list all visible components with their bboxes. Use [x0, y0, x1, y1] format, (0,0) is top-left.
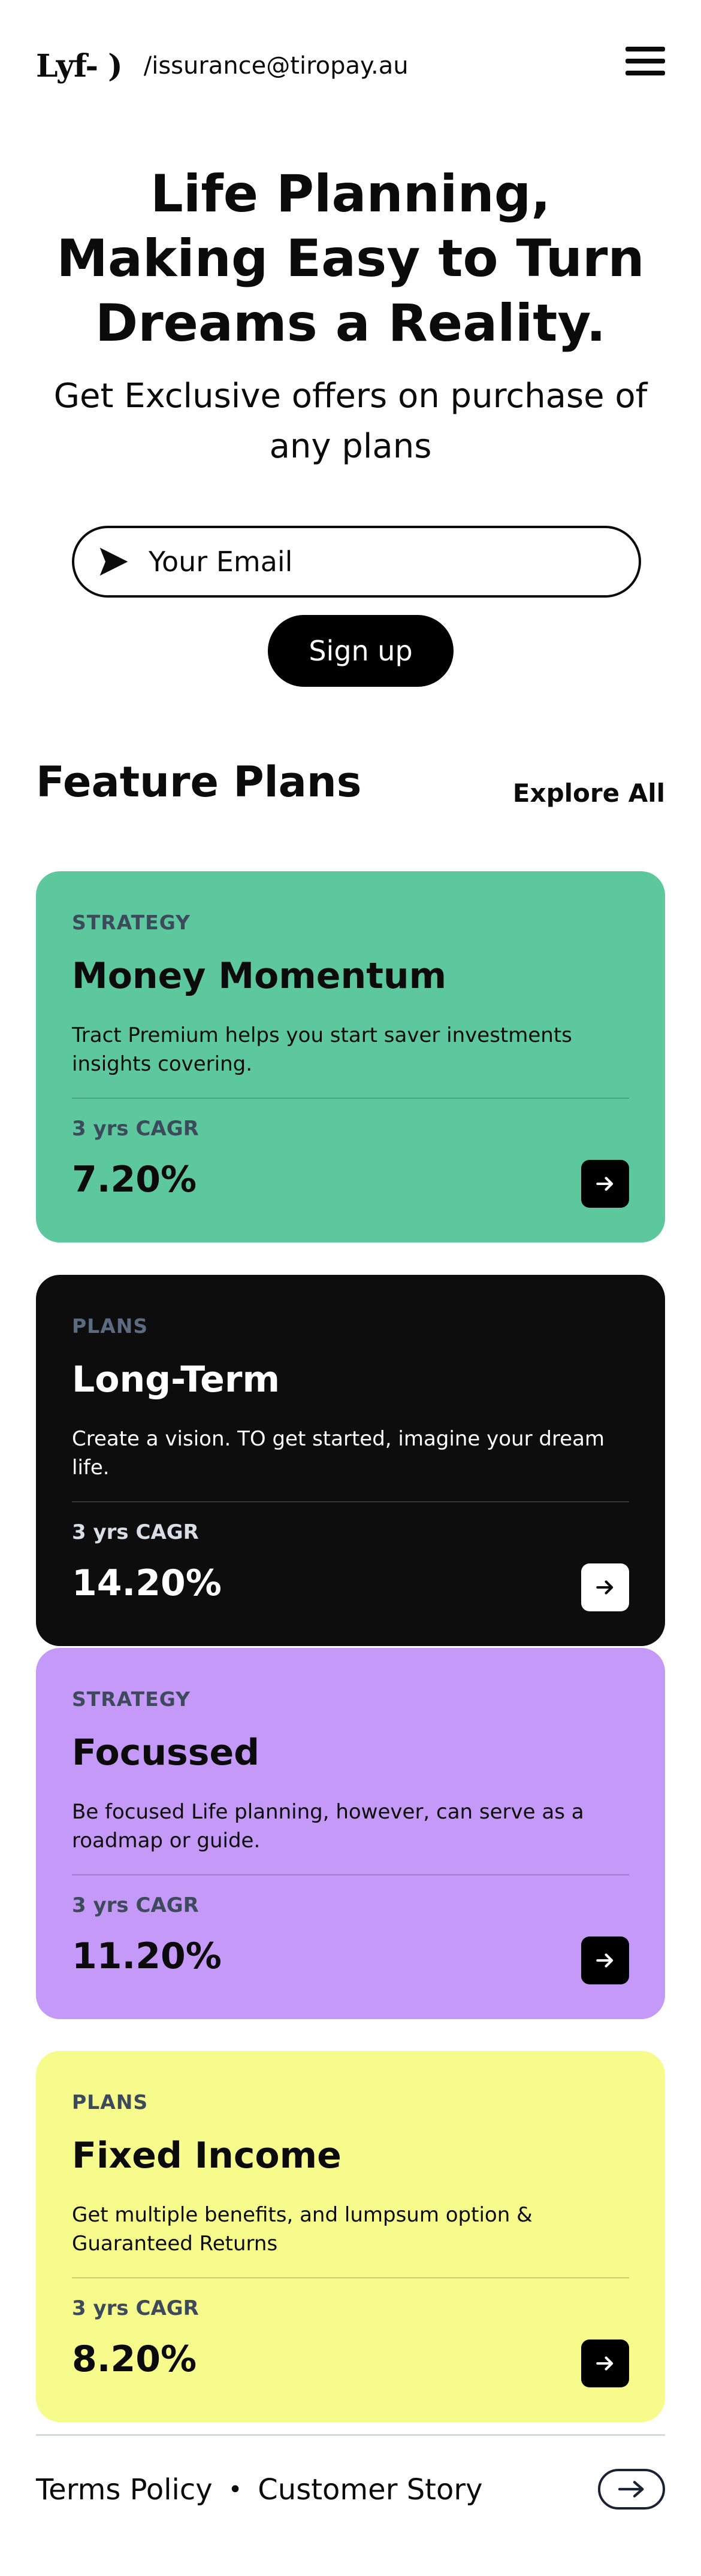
plan-tag: PLANS [72, 2090, 149, 2114]
plan-tag: STRATEGY [72, 911, 191, 934]
plan-name: Focussed [72, 1732, 260, 1774]
cagr-value: 7.20% [72, 1159, 197, 1201]
contact-email[interactable]: /issurance@tiropay.au [144, 52, 409, 80]
plan-description: Be focused Life planning, however, can s… [72, 1800, 584, 1853]
paper-plane-icon [99, 547, 128, 576]
arrow-right-icon [596, 1953, 614, 1968]
page: Lyf- ) /issurance@tiropay.au Life Planni… [0, 0, 701, 2576]
open-plan-button[interactable] [581, 1936, 629, 1984]
plan-card-focussed[interactable]: STRATEGY Focussed Be focused Life planni… [36, 1648, 665, 2019]
plan-card-fixed-income[interactable]: PLANS Fixed Income Get multiple benefits… [36, 2051, 665, 2422]
cagr-label: 3 yrs CAGR [72, 1520, 199, 1544]
email-input[interactable] [147, 545, 605, 578]
arrow-right-icon [596, 1177, 614, 1191]
plan-name: Long-Term [72, 1359, 280, 1401]
logo[interactable]: Lyf- ) [36, 48, 123, 84]
divider [72, 2277, 629, 2278]
footer-separator: • [228, 2476, 243, 2504]
customer-story-link[interactable]: Customer Story [258, 2473, 482, 2507]
menu-bar [626, 47, 665, 51]
section-title: Feature Plans [36, 757, 362, 807]
explore-all-link[interactable]: Explore All [513, 778, 665, 808]
hamburger-menu-icon[interactable] [626, 47, 665, 84]
plan-description: Tract Premium helps you start saver inve… [72, 1023, 572, 1076]
cagr-label: 3 yrs CAGR [72, 1117, 199, 1141]
plan-description: Create a vision. TO get started, imagine… [72, 1427, 605, 1480]
email-field[interactable] [72, 526, 641, 598]
plan-name: Fixed Income [72, 2135, 342, 2177]
arrow-right-icon [596, 2356, 614, 2371]
hero-title: Life Planning, Making Easy to Turn Dream… [56, 164, 645, 353]
cagr-value: 11.20% [72, 1935, 222, 1977]
sign-up-button[interactable]: Sign up [268, 615, 454, 687]
footer: Terms Policy • Customer Story [36, 2466, 665, 2514]
cagr-value: 8.20% [72, 2338, 197, 2380]
cagr-value: 14.20% [72, 1562, 222, 1604]
plan-description: Get multiple benefits, and lumpsum optio… [72, 2203, 533, 2256]
divider [72, 1501, 629, 1502]
divider [72, 1098, 629, 1099]
divider [72, 1874, 629, 1875]
open-plan-button[interactable] [581, 1563, 629, 1611]
menu-bar [626, 59, 665, 63]
terms-policy-link[interactable]: Terms Policy [36, 2473, 213, 2507]
plan-card-long-term[interactable]: PLANS Long-Term Create a vision. TO get … [36, 1275, 665, 1646]
plan-card-money-momentum[interactable]: STRATEGY Money Momentum Tract Premium he… [36, 871, 665, 1242]
cagr-label: 3 yrs CAGR [72, 2296, 199, 2320]
arrow-right-icon [618, 2481, 644, 2498]
open-plan-button[interactable] [581, 1160, 629, 1208]
hero-subtitle: Get Exclusive offers on purchase of any … [53, 377, 648, 466]
plan-name: Money Momentum [72, 955, 447, 997]
open-plan-button[interactable] [581, 2339, 629, 2387]
plan-tag: PLANS [72, 1314, 149, 1338]
top-bar: Lyf- ) /issurance@tiropay.au [36, 42, 665, 90]
cagr-label: 3 yrs CAGR [72, 1893, 199, 1917]
arrow-right-icon [596, 1580, 614, 1595]
footer-divider [36, 2434, 665, 2436]
plan-tag: STRATEGY [72, 1687, 191, 1711]
footer-next-button[interactable] [598, 2469, 665, 2510]
menu-bar [626, 71, 665, 75]
